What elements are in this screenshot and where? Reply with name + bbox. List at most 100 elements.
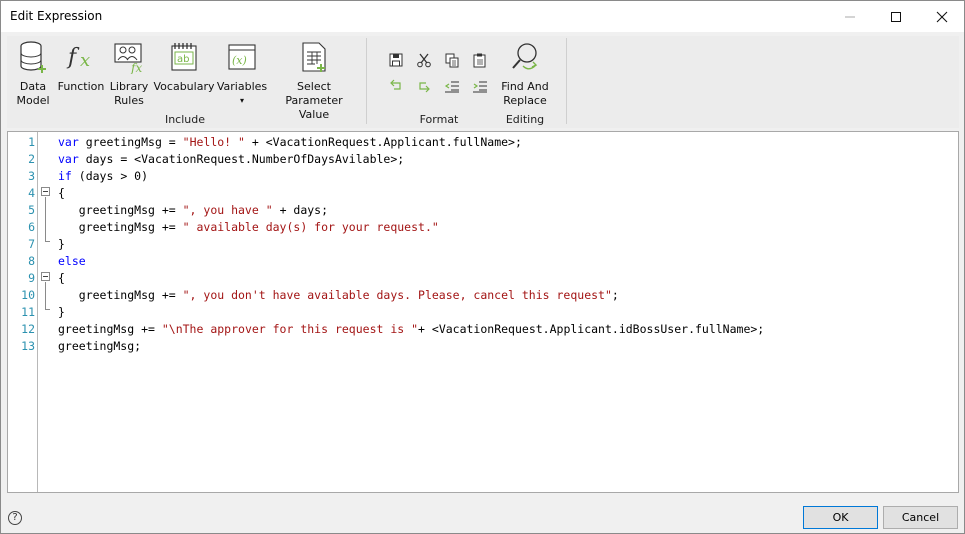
line-number: 10: [21, 288, 35, 302]
outdent-icon: [444, 81, 459, 93]
undo-button[interactable]: [385, 76, 407, 96]
library-rules-label: Library: [109, 80, 149, 93]
line-number: 5: [28, 203, 35, 217]
code-text: ;: [611, 288, 619, 302]
paste-icon: [473, 53, 486, 68]
code-line: }: [58, 304, 65, 321]
cut-button[interactable]: [413, 50, 435, 70]
fold-guide: [45, 282, 46, 309]
group-divider: [366, 38, 367, 124]
copy-icon: [445, 53, 459, 68]
ok-button[interactable]: OK: [803, 506, 878, 529]
code-text: (days > 0): [71, 169, 149, 183]
code-line: greetingMsg += ", you have " + days;: [58, 202, 328, 219]
undo-icon: [390, 79, 401, 90]
fold-toggle[interactable]: [41, 187, 50, 196]
find-and-replace-button[interactable]: Find And Replace: [497, 40, 553, 108]
code-string: ", you don't have available days. Please…: [182, 288, 612, 302]
code-text: {: [58, 186, 65, 200]
save-icon: [389, 53, 403, 67]
code-keyword: if: [58, 169, 72, 183]
code-line: {: [58, 185, 65, 202]
library-rules-label-2: Rules: [114, 94, 144, 107]
line-number: 3: [28, 169, 35, 183]
code-editor[interactable]: 1 2 3 4 5 6 7 8 9 10 11 12 13 var greetingMsg = "Hel…: [7, 131, 959, 493]
code-text: greetingMsg =: [78, 135, 183, 149]
indent-button[interactable]: [469, 76, 491, 96]
code-string: " available day(s) for your request.": [182, 220, 439, 234]
fold-toggle[interactable]: [41, 272, 50, 281]
maximize-button[interactable]: [873, 1, 919, 32]
code-text: + <VacationRequest.Applicant.fullName>;: [244, 135, 522, 149]
fold-guide-end: [45, 309, 50, 310]
outdent-button[interactable]: [441, 76, 463, 96]
library-rules-button[interactable]: fx Library Rules: [107, 40, 151, 108]
select-parameter-icon: [302, 42, 326, 72]
code-line: var days = <VacationRequest.NumberOfDays…: [58, 151, 404, 168]
data-model-button[interactable]: Data Model: [13, 40, 53, 108]
code-line: greetingMsg += " available day(s) for yo…: [58, 219, 439, 236]
svg-text:f: f: [66, 45, 80, 70]
select-parameter-value-button[interactable]: Select Parameter Value: [271, 40, 357, 122]
line-number: 7: [28, 237, 35, 251]
fold-guide-end: [45, 241, 50, 242]
select-parameter-label: Select Parameter: [285, 80, 343, 107]
line-number-gutter: 1 2 3 4 5 6 7 8 9 10 11 12 13: [8, 132, 38, 492]
title-bar: Edit Expression: [1, 1, 964, 32]
help-button[interactable]: ?: [8, 511, 22, 525]
data-model-label-2: Model: [16, 94, 50, 107]
paste-button[interactable]: [469, 50, 491, 70]
code-text: greetingMsg;: [58, 339, 142, 353]
minimize-icon: [845, 16, 855, 17]
svg-text:(x): (x): [232, 54, 247, 67]
copy-button[interactable]: [441, 50, 463, 70]
line-number: 9: [28, 271, 35, 285]
code-string: "Hello! ": [182, 135, 245, 149]
database-icon: [20, 41, 46, 73]
ribbon-toolbar: Data Model f x Function fx Library Rules…: [7, 36, 959, 128]
include-group-label: Include: [164, 113, 206, 126]
line-number: 2: [28, 152, 35, 166]
redo-button[interactable]: [413, 76, 435, 96]
code-line: }: [58, 236, 65, 253]
editing-group: Find And Replace Editing: [497, 36, 557, 128]
minimize-button[interactable]: [827, 1, 873, 32]
redo-icon: [419, 82, 430, 93]
function-label: Function: [57, 80, 105, 93]
line-number: 11: [21, 305, 35, 319]
find-and-replace-label-2: Replace: [503, 94, 547, 107]
code-text: + days;: [272, 203, 329, 217]
format-group: Format: [369, 36, 487, 128]
edit-expression-window: Edit Expression Data Model f x Function …: [0, 0, 965, 534]
line-number: 1: [28, 135, 35, 149]
code-text: greetingMsg +=: [58, 288, 183, 302]
variables-button[interactable]: (x) Variables ▾: [215, 40, 269, 108]
svg-text:fx: fx: [130, 61, 142, 74]
code-keyword: var: [58, 152, 79, 166]
code-keyword: else: [58, 254, 86, 268]
close-button[interactable]: [919, 1, 965, 32]
variables-icon: (x): [228, 44, 256, 70]
close-icon: [936, 11, 948, 22]
code-text: greetingMsg +=: [58, 220, 183, 234]
code-text: greetingMsg +=: [58, 203, 183, 217]
code-text: greetingMsg +=: [58, 322, 162, 336]
function-button[interactable]: f x Function: [57, 40, 105, 94]
format-group-label: Format: [419, 113, 459, 126]
code-text: {: [58, 271, 65, 285]
variables-dropdown-icon: ▾: [239, 96, 244, 105]
cancel-button[interactable]: Cancel: [883, 506, 958, 529]
vocabulary-icon: ab: [171, 43, 197, 71]
collapse-icon: [43, 191, 48, 192]
code-text: days = <VacationRequest.NumberOfDaysAvil…: [78, 152, 405, 166]
find-replace-icon: [512, 43, 538, 70]
fold-margin: [38, 132, 52, 492]
code-keyword: var: [58, 135, 79, 149]
fold-guide: [45, 197, 46, 241]
include-group: Data Model f x Function fx Library Rules…: [7, 36, 363, 128]
code-text: }: [58, 305, 65, 319]
save-button[interactable]: [385, 50, 407, 70]
line-number: 8: [28, 254, 35, 268]
vocabulary-button[interactable]: ab Vocabulary: [153, 40, 215, 94]
code-text: }: [58, 237, 65, 251]
